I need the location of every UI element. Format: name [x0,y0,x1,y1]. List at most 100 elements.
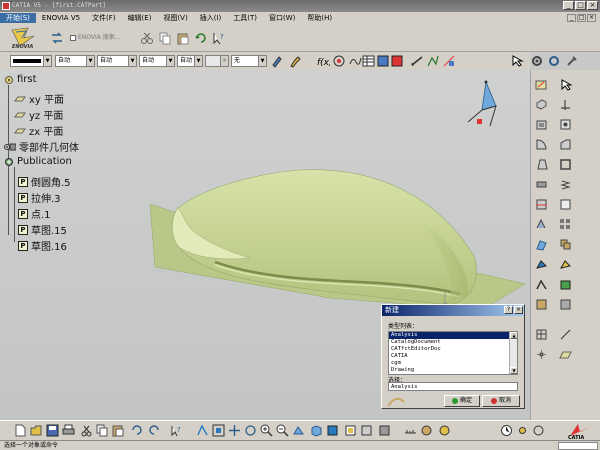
type-list-item[interactable]: CATIA [389,353,517,360]
iso-view-icon[interactable] [310,424,323,437]
settings-gear-icon[interactable] [530,54,544,68]
doc-restore-button[interactable]: □ [577,14,586,22]
shell-icon[interactable] [559,158,572,171]
sun-icon[interactable] [516,424,529,437]
boolean-icon[interactable] [559,238,572,251]
paste-icon[interactable] [112,424,125,437]
cut-icon[interactable] [140,31,154,45]
draft-icon[interactable] [535,158,548,171]
rotate-icon[interactable] [244,424,257,437]
swap-space-icon[interactable] [360,424,373,437]
redo-icon[interactable] [148,424,161,437]
table-icon[interactable] [362,54,376,68]
analysis-icon[interactable] [426,54,440,68]
scroll-down-icon[interactable]: ▼ [510,367,517,374]
whatsthis-icon[interactable]: ? [170,424,183,437]
tools-icon[interactable] [565,54,579,68]
menu-enovia[interactable]: ENOVIA V5 [36,14,86,22]
enovia-arrows-icon[interactable] [50,31,64,45]
toolbar-options-icon[interactable] [378,424,391,437]
ok-button[interactable]: 确定 [444,395,480,407]
tree-item-extrude[interactable]: P 拉伸.3 [18,190,61,205]
catalog-icon[interactable] [376,54,390,68]
menu-tools[interactable]: 工具(T) [227,13,263,23]
zoom-in-icon[interactable] [260,424,273,437]
tree-item-point[interactable]: P 点.1 [18,206,51,221]
enovia-search-field[interactable]: ENOVIA 搜索... [70,32,130,43]
dialog-help-button[interactable]: ? [504,306,513,314]
undo-icon[interactable] [194,31,208,45]
select-arrow-icon[interactable] [559,78,572,91]
type-list-scrollbar[interactable]: ▲ ▼ [509,332,517,374]
selection-input[interactable]: Analysis [388,382,518,391]
type-list-item[interactable]: CatalogDocument [389,339,517,346]
fillet-icon[interactable] [535,138,548,151]
type-list[interactable]: Analysis CatalogDocument CATfctEditorDoc… [388,331,518,375]
measure-icon[interactable] [410,54,424,68]
render-icon[interactable] [438,424,451,437]
part-body-icon[interactable] [559,278,572,291]
line-type-combo[interactable]: 自动 ▼ [139,55,175,67]
tree-root[interactable]: first [4,74,37,85]
maximize-button[interactable]: □ [575,1,586,10]
painter-icon[interactable] [270,54,284,68]
formula-icon[interactable]: f(x) [316,54,330,68]
pointer-icon[interactable] [510,54,524,68]
print-icon[interactable] [62,424,75,437]
tree-item-publication[interactable]: Publication [4,156,72,167]
pan-icon[interactable] [228,424,241,437]
whatsthis-icon[interactable]: ? [212,31,226,45]
tree-item-fillet[interactable]: P 倒圆角.5 [18,174,71,189]
tree-item-xy-plane[interactable]: xy 平面 [14,91,64,106]
render-style-combo[interactable]: ▼ [205,55,229,67]
color-combo[interactable]: ▼ [10,55,52,67]
doc-minimize-button[interactable]: _ [567,14,576,22]
close-button[interactable]: × [587,1,598,10]
point-symbol-combo[interactable]: 自动 ▼ [177,55,203,67]
insert-body-icon[interactable] [559,298,572,311]
cut-icon[interactable] [80,424,93,437]
knowledge-icon[interactable] [332,54,346,68]
translate-icon[interactable] [559,198,572,211]
copy-icon[interactable] [96,424,109,437]
normal-view-icon[interactable] [292,424,305,437]
thickness-icon[interactable] [535,178,548,191]
zoom-out-icon[interactable] [276,424,289,437]
type-list-item[interactable]: CATfctEditorDoc [389,346,517,353]
drafting-icon[interactable] [442,54,456,68]
copy-icon[interactable] [158,31,172,45]
cancel-button[interactable]: 取消 [482,395,520,407]
tree-item-part-body[interactable]: 零部件几何体 [4,139,79,154]
hole-icon[interactable] [559,118,572,131]
tree-item-zx-plane[interactable]: zx 平面 [14,123,63,138]
tree-item-yz-plane[interactable]: yz 平面 [14,107,63,122]
brush-icon[interactable] [288,54,302,68]
chamfer-icon[interactable] [559,138,572,151]
menu-view[interactable]: 视图(V) [157,13,193,23]
point-icon[interactable] [535,348,548,361]
dialog-close-button[interactable]: × [514,306,523,314]
pattern-icon[interactable] [559,218,572,231]
plane-tool-icon[interactable] [559,348,572,361]
command-input[interactable] [558,442,598,450]
time-icon[interactable] [500,424,513,437]
menu-window[interactable]: 窗口(W) [263,13,301,23]
line-icon[interactable] [559,328,572,341]
search-checkbox[interactable] [70,34,76,41]
grid-icon[interactable] [535,328,548,341]
minimize-button[interactable]: _ [563,1,574,10]
menu-start[interactable]: 开始(S) [0,13,36,23]
ruler-icon[interactable] [404,424,417,437]
plot-icon[interactable] [532,424,545,437]
expand-plus-icon[interactable] [4,142,16,152]
constraint-icon[interactable] [535,298,548,311]
tree-item-sketch-16[interactable]: P 草图.16 [18,238,67,253]
design-table-icon[interactable] [390,54,404,68]
paste-icon[interactable] [176,31,190,45]
fit-all-icon[interactable] [212,424,225,437]
undo-icon[interactable] [130,424,143,437]
doc-close-button[interactable]: × [587,14,596,22]
new-icon[interactable] [14,424,27,437]
catia-app-icon[interactable] [2,2,10,10]
type-list-item[interactable]: Analysis [389,332,517,339]
